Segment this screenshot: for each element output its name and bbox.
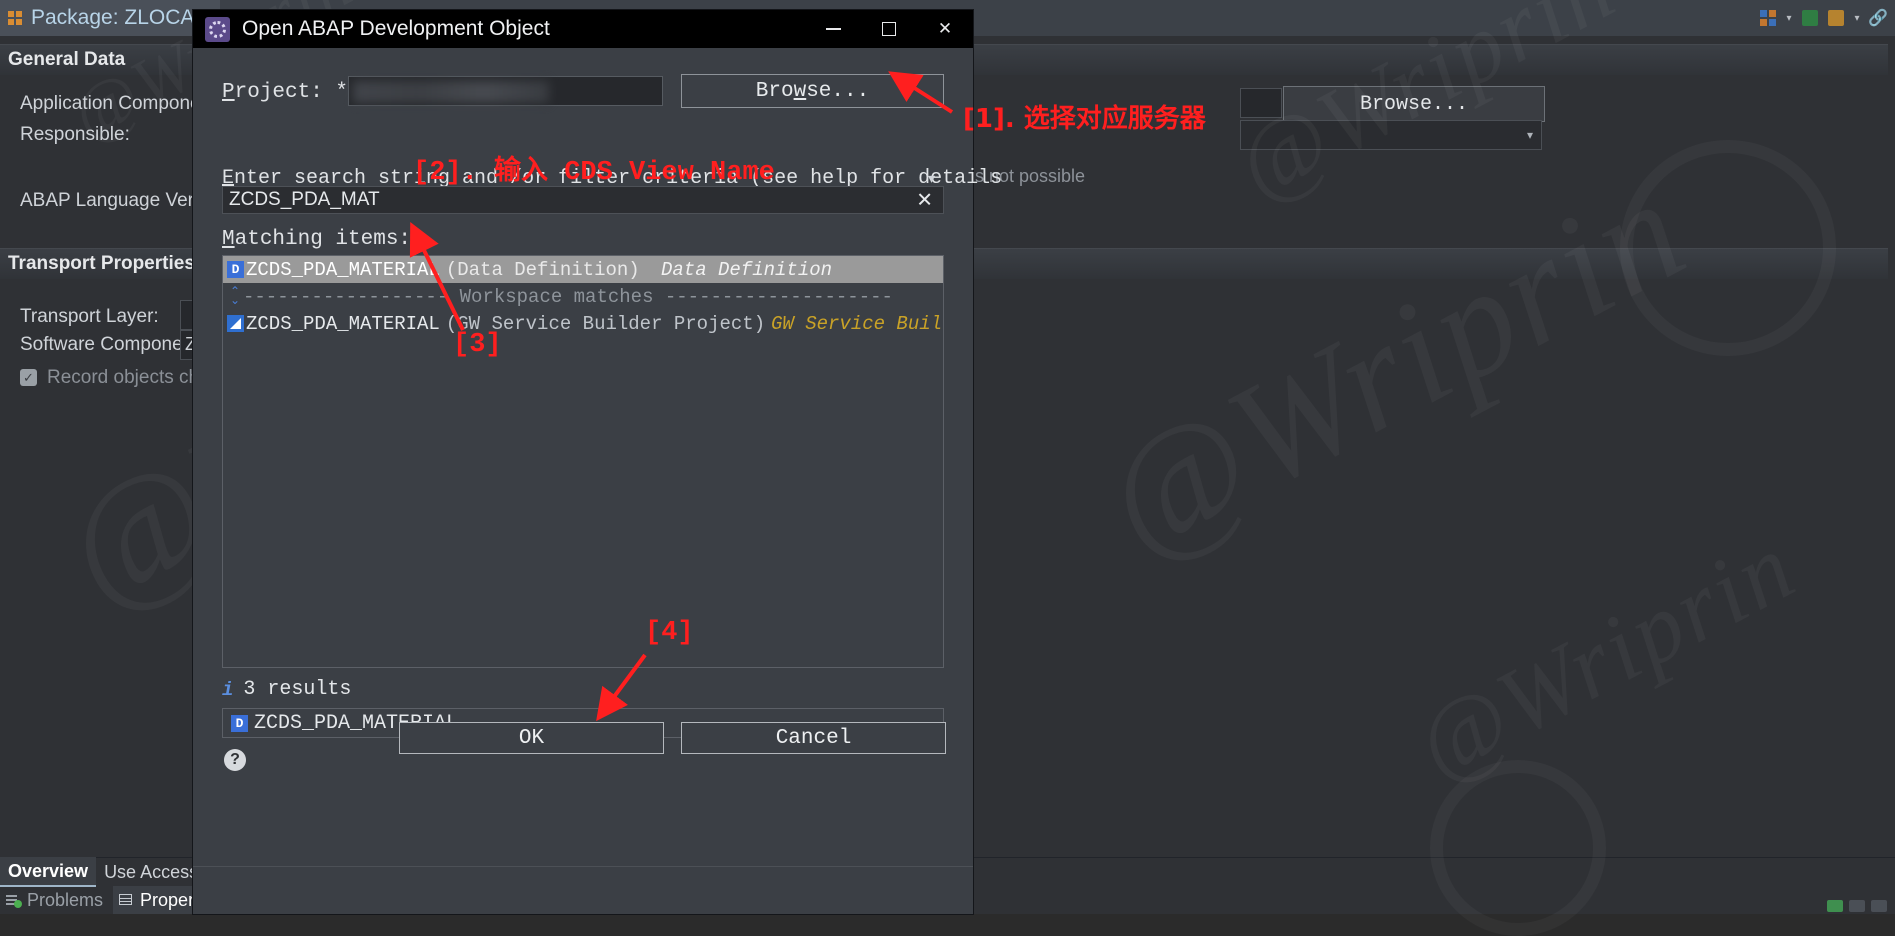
link-icon[interactable]: 🔗 (1867, 7, 1889, 29)
window-controls: ✕ (805, 10, 973, 48)
abap-perspective-icon[interactable] (1799, 7, 1821, 29)
project-input[interactable] (348, 76, 663, 106)
properties-icon (119, 893, 134, 907)
system-indicator-icon (1849, 900, 1865, 912)
label-transport-layer: Transport Layer: (20, 306, 159, 327)
system-indicator-green-icon (1827, 900, 1843, 912)
tab-overview[interactable]: Overview (0, 857, 97, 887)
matching-items-list[interactable]: D ZCDS_PDA_MATERIAL (Data Definition) Da… (222, 255, 944, 668)
chevron-updown-icon: ⌃ ⌄ (229, 284, 241, 308)
view-tab-problems-label: Problems (27, 889, 104, 910)
results-status: i 3 results (222, 678, 351, 701)
chevron-down-icon-responsible[interactable]: ▾ (1527, 128, 1533, 142)
list-item-type: Data Definition (661, 258, 833, 281)
search-input-value: ZCDS_PDA_MAT (229, 189, 380, 210)
gw-project-icon: G (227, 315, 244, 332)
ok-button[interactable]: OK (399, 722, 664, 754)
list-item[interactable]: G ZCDS_PDA_MATERIAL (GW Service Builder … (223, 310, 943, 337)
chevron-down-icon-search[interactable]: ▾ (928, 170, 935, 187)
browse-button-bg[interactable]: Browse... (1283, 86, 1545, 122)
search-input[interactable]: ZCDS_PDA_MAT ✕ (222, 186, 944, 214)
list-separator-text: ------------------ Workspace matches ---… (243, 285, 893, 308)
footer-divider (193, 866, 973, 867)
list-separator: ⌃ ⌄ ------------------ Workspace matches … (223, 283, 943, 310)
chevron-down-icon[interactable]: ▾ (1783, 13, 1795, 24)
matching-items-label: Matching items: (222, 228, 412, 251)
list-item-name: ZCDS_PDA_MATERIAL (246, 312, 440, 335)
open-abap-development-object-dialog: Open ABAP Development Object ✕ PProject:… (193, 10, 1002, 914)
status-tray (1827, 900, 1887, 912)
project-label: PProject: *roject: * (222, 81, 349, 104)
application-component-input[interactable] (1240, 88, 1282, 118)
responsible-input[interactable] (1240, 120, 1542, 150)
list-item-paren: (GW Service Builder Project) (445, 312, 766, 335)
data-definition-icon-selected: D (231, 714, 248, 732)
data-definition-icon: D (227, 261, 244, 278)
section-general-data-title: General Data (8, 49, 126, 70)
record-objects-checkbox[interactable]: ✓ (20, 369, 37, 386)
abap-object-icon (205, 16, 230, 42)
clear-search-icon[interactable]: ✕ (916, 188, 933, 213)
help-icon[interactable]: ? (224, 749, 246, 771)
view-tab-problems[interactable]: Problems (0, 886, 113, 914)
list-item[interactable]: D ZCDS_PDA_MATERIAL (Data Definition) Da… (223, 256, 943, 283)
dialog-title: Open ABAP Development Object (242, 17, 550, 40)
workbench-toolbar: ▾ ▾ 🔗 (1757, 4, 1889, 32)
project-browse-button[interactable]: Browse... (681, 74, 944, 108)
label-responsible: Responsible: (20, 124, 130, 145)
close-icon[interactable]: ✕ (917, 10, 973, 48)
maximize-icon[interactable] (861, 10, 917, 48)
perspective-icon[interactable] (1757, 7, 1779, 29)
dialog-body: PProject: *roject: * Browse... Enter sea… (193, 48, 1002, 914)
debug-perspective-icon[interactable] (1825, 7, 1847, 29)
package-icon (8, 10, 23, 26)
minimize-icon[interactable] (805, 10, 861, 48)
editor-tab-label: Package: ZLOCAL (31, 6, 207, 29)
list-item-type: GW Service Build (771, 312, 944, 335)
project-redacted-value (353, 81, 549, 103)
dialog-title-bar: Open ABAP Development Object ✕ (193, 10, 973, 48)
problems-icon (6, 893, 22, 908)
results-status-text: 3 results (243, 678, 352, 701)
list-item-name: ZCDS_PDA_MATERIAL (246, 258, 440, 281)
chevron-down-icon-2[interactable]: ▾ (1851, 13, 1863, 24)
editor-tab-package[interactable]: Package: ZLOCAL (0, 0, 221, 36)
list-item-paren: (Data Definition) (445, 258, 640, 281)
label-application-component: Application Component: (20, 93, 222, 114)
cancel-button[interactable]: Cancel (681, 722, 946, 754)
label-software-component: Software Component: (20, 334, 204, 355)
section-transport-properties-title: Transport Properties (8, 253, 195, 274)
system-indicator-icon-2 (1871, 900, 1887, 912)
info-icon: i (222, 678, 234, 701)
